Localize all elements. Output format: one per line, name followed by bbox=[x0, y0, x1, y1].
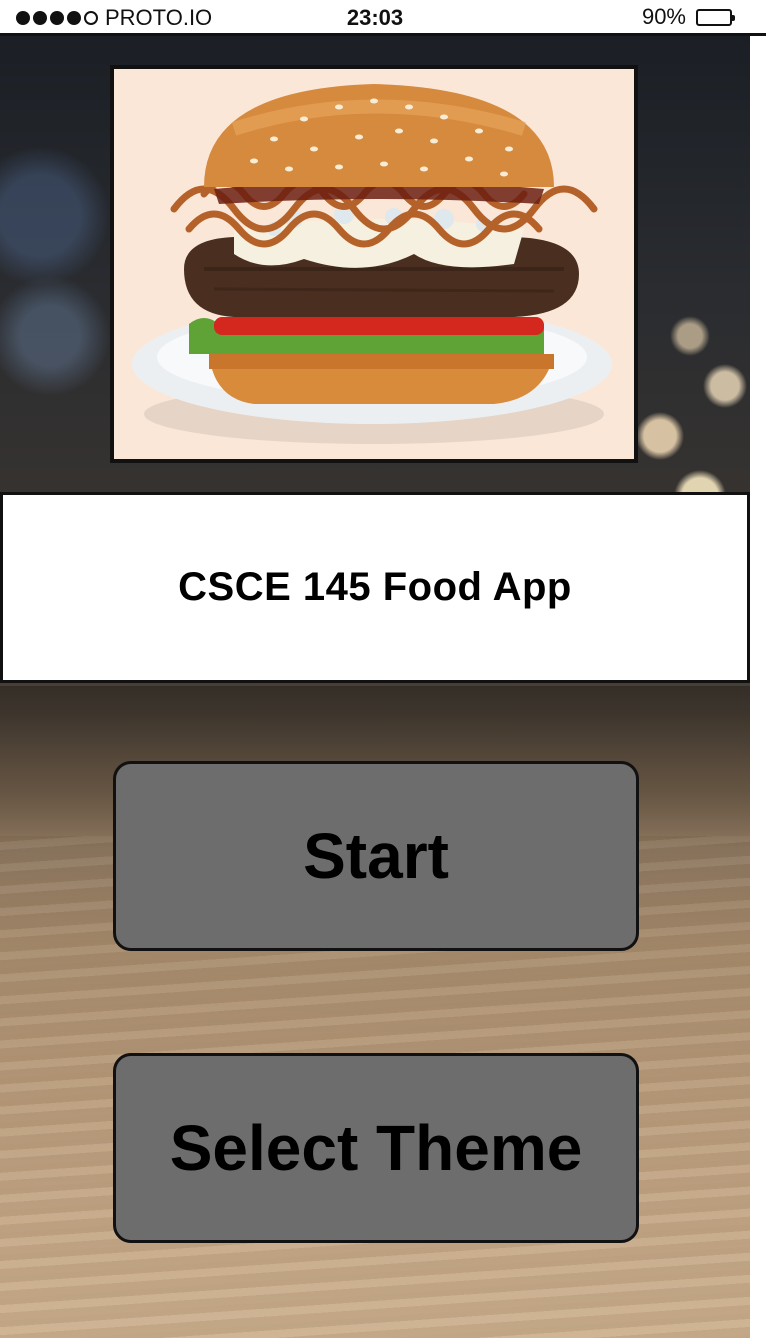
app-title: CSCE 145 Food App bbox=[178, 565, 572, 609]
battery-percent: 90% bbox=[641, 4, 686, 29]
right-edge-strip bbox=[750, 36, 766, 1338]
burger-image bbox=[110, 65, 638, 463]
select-theme-button-label: Select Theme bbox=[169, 1112, 583, 1184]
start-button-label: Start bbox=[303, 820, 449, 892]
burger-icon bbox=[132, 84, 612, 444]
select-theme-button[interactable]: Select Theme bbox=[113, 1053, 639, 1243]
battery-icon bbox=[696, 8, 735, 26]
status-bar: PROTO.IO 23:03 90% bbox=[0, 0, 766, 36]
battery-indicator: 90% bbox=[641, 4, 735, 30]
app-title-banner: CSCE 145 Food App bbox=[0, 492, 750, 683]
clock: 23:03 bbox=[346, 5, 404, 30]
start-button[interactable]: Start bbox=[113, 761, 639, 951]
